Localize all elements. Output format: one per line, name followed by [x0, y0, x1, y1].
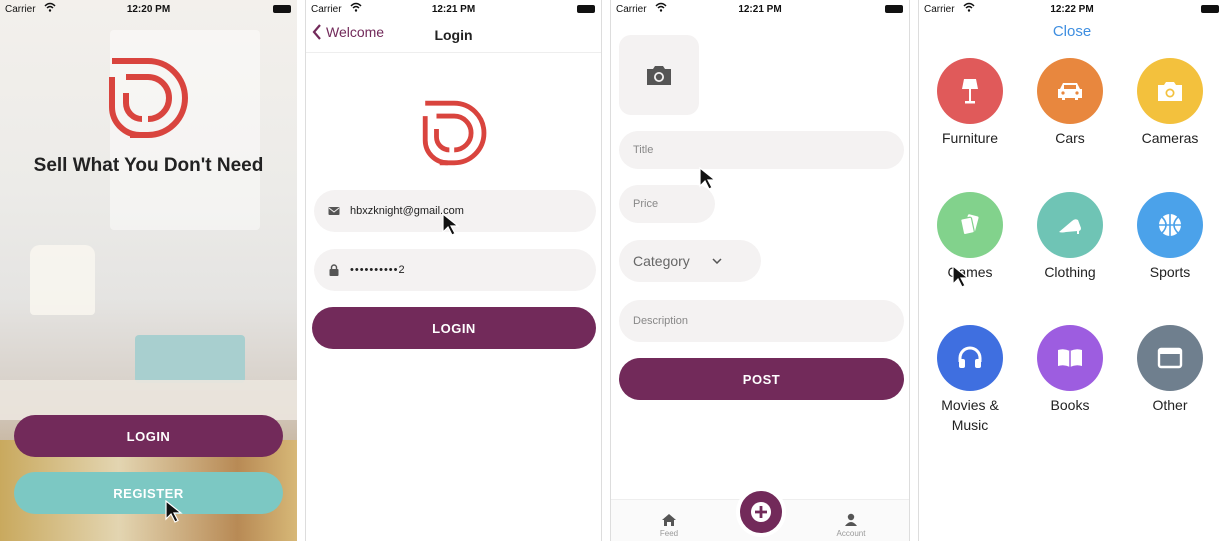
- chevron-down-icon: [712, 258, 722, 264]
- background-box: [135, 335, 245, 383]
- battery-icon: [273, 5, 291, 13]
- category-circle: [1137, 325, 1203, 391]
- home-icon: [662, 514, 676, 526]
- title-placeholder: Title: [633, 144, 654, 156]
- status-bar: Carrier 12:21 PM: [611, 0, 909, 20]
- post-button[interactable]: POST: [619, 358, 904, 400]
- description-placeholder: Description: [633, 315, 689, 327]
- category-label: Books: [1050, 397, 1090, 413]
- nav-divider: [306, 52, 601, 53]
- category-clothing[interactable]: Clothing: [1030, 192, 1110, 282]
- book-icon: [1058, 349, 1082, 367]
- status-bar: Carrier 12:20 PM: [0, 0, 297, 20]
- login-submit-button[interactable]: LOGIN: [312, 307, 596, 349]
- window-icon: [1157, 347, 1183, 369]
- battery-icon: [577, 5, 595, 13]
- tab-account[interactable]: Account: [821, 513, 881, 538]
- basketball-icon: [1159, 214, 1181, 236]
- tab-account-label: Account: [836, 529, 866, 538]
- category-label: Other: [1152, 397, 1188, 413]
- welcome-screen: Carrier 12:20 PM Sell What You Don't Nee…: [0, 0, 297, 541]
- status-time: 12:22 PM: [1050, 4, 1094, 15]
- person-icon: [845, 513, 857, 526]
- status-time: 12:20 PM: [126, 4, 171, 15]
- category-games[interactable]: Games: [930, 192, 1010, 282]
- category-books[interactable]: Books: [1030, 325, 1110, 415]
- category-cameras[interactable]: Cameras: [1130, 58, 1210, 148]
- category-label: Clothing: [1044, 264, 1096, 280]
- category-label: Cameras: [1141, 130, 1199, 146]
- category-circle: [1037, 192, 1103, 258]
- camera-icon: [1158, 82, 1182, 101]
- category-circle: [1037, 325, 1103, 391]
- brand-logo: [109, 58, 188, 138]
- car-icon: [1058, 83, 1082, 100]
- background-shelf: [0, 380, 297, 420]
- password-value: ••••••••••2: [350, 264, 406, 276]
- category-cars[interactable]: Cars: [1030, 58, 1110, 148]
- lock-icon: [329, 264, 339, 276]
- image-picker[interactable]: [619, 35, 699, 115]
- category-picker-screen: Carrier 12:22 PM Close Furniture Cars Ca…: [918, 0, 1225, 541]
- register-button[interactable]: REGISTER: [14, 472, 283, 514]
- status-time: 12:21 PM: [738, 4, 782, 15]
- category-label: Category: [633, 253, 690, 269]
- category-movies-music[interactable]: Movies & Music: [930, 325, 1010, 435]
- welcome-tagline: Sell What You Don't Need: [33, 155, 264, 176]
- title-input[interactable]: Title: [619, 131, 904, 169]
- close-button[interactable]: Close: [919, 23, 1225, 40]
- category-label: Movies & Music: [941, 397, 999, 433]
- shoe-icon: [1059, 219, 1081, 234]
- login-screen: Carrier 12:21 PM Welcome Login hbxzknigh…: [305, 0, 602, 541]
- status-time: 12:21 PM: [431, 4, 476, 15]
- category-sports[interactable]: Sports: [1130, 192, 1210, 282]
- category-furniture[interactable]: Furniture: [930, 58, 1010, 148]
- category-circle: [1137, 58, 1203, 124]
- cards-icon: [960, 214, 979, 236]
- tab-feed[interactable]: Feed: [639, 513, 699, 538]
- battery-icon: [1201, 5, 1219, 13]
- background-lamp-shade: [30, 245, 95, 315]
- category-circle: [1037, 58, 1103, 124]
- add-listing-button[interactable]: [736, 487, 786, 537]
- page-title: Login: [434, 27, 473, 43]
- price-input[interactable]: Price: [619, 185, 715, 223]
- category-circle: [937, 58, 1003, 124]
- status-bar: Carrier 12:22 PM: [919, 0, 1225, 20]
- category-circle: [937, 192, 1003, 258]
- category-label: Sports: [1149, 264, 1191, 280]
- category-label: Furniture: [941, 130, 999, 146]
- status-bar: Carrier 12:21 PM: [306, 0, 601, 20]
- headphones-icon: [958, 346, 982, 368]
- category-circle: [937, 325, 1003, 391]
- category-other[interactable]: Other: [1130, 325, 1210, 415]
- email-field[interactable]: hbxzknight@gmail.com: [314, 190, 596, 232]
- description-input[interactable]: Description: [619, 300, 904, 342]
- tab-feed-label: Feed: [659, 529, 679, 538]
- new-listing-screen: Carrier 12:21 PM Title Price Category De…: [610, 0, 910, 541]
- category-circle: [1137, 192, 1203, 258]
- login-button[interactable]: LOGIN: [14, 415, 283, 457]
- category-label: Games: [947, 264, 993, 280]
- password-field[interactable]: ••••••••••2: [314, 249, 596, 291]
- email-value: hbxzknight@gmail.com: [350, 205, 464, 217]
- envelope-icon: [328, 207, 340, 215]
- lamp-icon: [962, 79, 978, 104]
- category-select[interactable]: Category: [619, 240, 761, 282]
- category-label: Cars: [1055, 130, 1085, 146]
- plus-circle-icon: [751, 502, 771, 522]
- price-placeholder: Price: [633, 198, 659, 210]
- battery-icon: [885, 5, 903, 13]
- brand-logo: [422, 100, 487, 166]
- camera-icon: [647, 66, 671, 85]
